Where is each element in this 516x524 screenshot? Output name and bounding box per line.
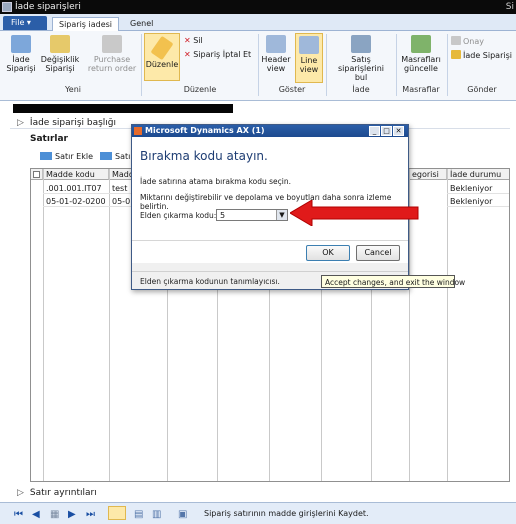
add-line-button[interactable]: Satır Ekle [40, 152, 93, 161]
lines-section-title: Satırlar [30, 134, 68, 144]
cancel-button[interactable]: Cancel [356, 245, 400, 261]
find-sales-orders-button[interactable]: Satış siparişlerini bul [329, 35, 393, 82]
ribbon-separator [141, 34, 142, 96]
line-view-icon [299, 36, 319, 54]
grid-col-divider [43, 169, 44, 481]
red-arrow-annotation [290, 200, 419, 226]
form-view-icon[interactable]: ▥ [152, 509, 161, 520]
cancel-return-order-button[interactable]: ✕ Sipariş İptal Et [184, 50, 251, 59]
ribbon-separator [258, 34, 259, 96]
update-charges-button[interactable]: Masrafları güncelle [399, 35, 443, 73]
ribbon-separator [396, 34, 397, 96]
dialog-title: Microsoft Dynamics AX (1) [145, 126, 265, 135]
redacted-record-title [13, 104, 233, 113]
group-label-new: Yeni [64, 85, 82, 94]
window-title: İade siparişleri [15, 2, 81, 12]
line-details-section[interactable]: ▷ Satır ayrıntıları [17, 488, 97, 498]
ribbon-separator [326, 34, 327, 96]
first-record-icon[interactable]: ⏮ [14, 509, 23, 520]
tab-general[interactable]: Genel [124, 17, 159, 31]
cell-item-code[interactable]: .001.001.IT07 [43, 182, 109, 194]
cell-return-status[interactable]: Bekleniyor [447, 195, 509, 207]
approve-button[interactable]: Onay [451, 36, 484, 46]
change-order-icon [50, 35, 70, 53]
maximize-icon[interactable]: □ [381, 126, 392, 136]
previous-record-icon[interactable]: ◀ [32, 509, 40, 520]
file-menu-button[interactable]: File ▾ [3, 16, 47, 30]
status-bar: ⏮ ◀ ▦ ▶ ⏭ ▤ ▥ ▣ Sipariş satırının madde … [0, 502, 516, 524]
purchase-return-order-button[interactable]: Purchase return order [84, 35, 140, 73]
dialog-help-text: Elden çıkarma kodunun tanımlayıcısı. [140, 277, 280, 286]
ok-button[interactable]: OK [306, 245, 350, 261]
ok-button-tooltip: Accept changes, and exit the window [321, 275, 465, 288]
edit-button[interactable]: Düzenle [144, 33, 180, 81]
close-icon[interactable]: ✕ [393, 126, 404, 136]
group-label-charges: Masraflar [402, 85, 440, 94]
cell-return-status[interactable]: Bekleniyor [447, 182, 509, 194]
column-header-category[interactable]: egorisi [409, 169, 447, 180]
group-label-edit: Düzenle [183, 85, 217, 94]
change-order-button[interactable]: Değişiklik Siparişi [40, 35, 80, 73]
select-all-checkbox[interactable] [31, 169, 43, 180]
send-icon [451, 50, 461, 59]
ribbon-separator [447, 34, 448, 96]
return-order-button[interactable]: İade Siparişi [6, 35, 36, 73]
purchase-return-icon [102, 35, 122, 53]
group-label-send: Gönder [467, 85, 497, 94]
ribbon: İade Siparişi Değişiklik Siparişi Purchase… [0, 31, 516, 101]
send-return-order-button[interactable]: İade Siparişi [451, 50, 512, 60]
app-icon [2, 2, 12, 12]
group-label-show: Göster [278, 85, 306, 94]
chevron-down-icon[interactable]: ▼ [276, 210, 287, 220]
add-line-icon [40, 152, 52, 160]
next-record-icon[interactable]: ▶ [68, 509, 76, 520]
column-header-return-status[interactable]: İade durumu [447, 169, 509, 180]
line-view-button[interactable]: Line view [295, 33, 323, 83]
pencil-icon [150, 35, 174, 61]
update-charges-icon [411, 35, 431, 53]
list-icon[interactable]: ▦ [50, 509, 59, 520]
return-order-header-section[interactable]: ▷ İade siparişi başlığı [17, 118, 116, 128]
dialog-heading: Bırakma kodu atayın. [140, 149, 268, 163]
approve-icon [451, 36, 461, 45]
disposition-code-combobox[interactable]: 5 ▼ [216, 209, 288, 221]
cancel-icon: ✕ [184, 50, 191, 59]
tab-return-order[interactable]: Sipariş iadesi [52, 17, 120, 31]
attachment-icon[interactable]: ▣ [178, 509, 187, 520]
window-titlebar: İade siparişleri Si [0, 0, 516, 14]
line-action-button[interactable]: Satır [100, 152, 134, 161]
last-record-icon[interactable]: ⏭ [86, 509, 95, 520]
grid-col-divider [109, 169, 110, 481]
window-title-right: Si [505, 2, 514, 12]
find-orders-icon [351, 35, 371, 53]
dialog-divider [132, 240, 408, 241]
delete-button[interactable]: ✕ Sil [184, 36, 203, 45]
expand-icon: ▷ [17, 488, 24, 498]
group-label-return: İade [352, 85, 370, 94]
expand-icon: ▷ [17, 118, 24, 128]
column-header-item-code[interactable]: Madde kodu [43, 169, 109, 180]
status-message: Sipariş satırının madde girişlerini Kayd… [204, 509, 369, 518]
dialog-instruction-1: İade satırına atama bırakma kodu seçin. [140, 177, 291, 186]
grid-col-divider [447, 169, 448, 481]
disposition-code-label: Elden çıkarma kodu: [140, 211, 217, 220]
cell-item-code[interactable]: 05-01-02-0200 [43, 195, 109, 207]
ribbon-tab-row: File ▾ Sipariş iadesi Genel [0, 14, 516, 31]
return-order-icon [11, 35, 31, 53]
delete-icon: ✕ [184, 36, 191, 45]
edit-mode-icon[interactable] [108, 506, 126, 520]
dynamics-ax-icon [134, 127, 142, 135]
dialog-titlebar: Microsoft Dynamics AX (1) _ □ ✕ [132, 125, 408, 137]
minimize-icon[interactable]: _ [369, 126, 380, 136]
header-view-button[interactable]: Header view [261, 35, 291, 73]
line-action-icon [100, 152, 112, 160]
grid-view-icon[interactable]: ▤ [134, 509, 143, 520]
header-view-icon [266, 35, 286, 53]
